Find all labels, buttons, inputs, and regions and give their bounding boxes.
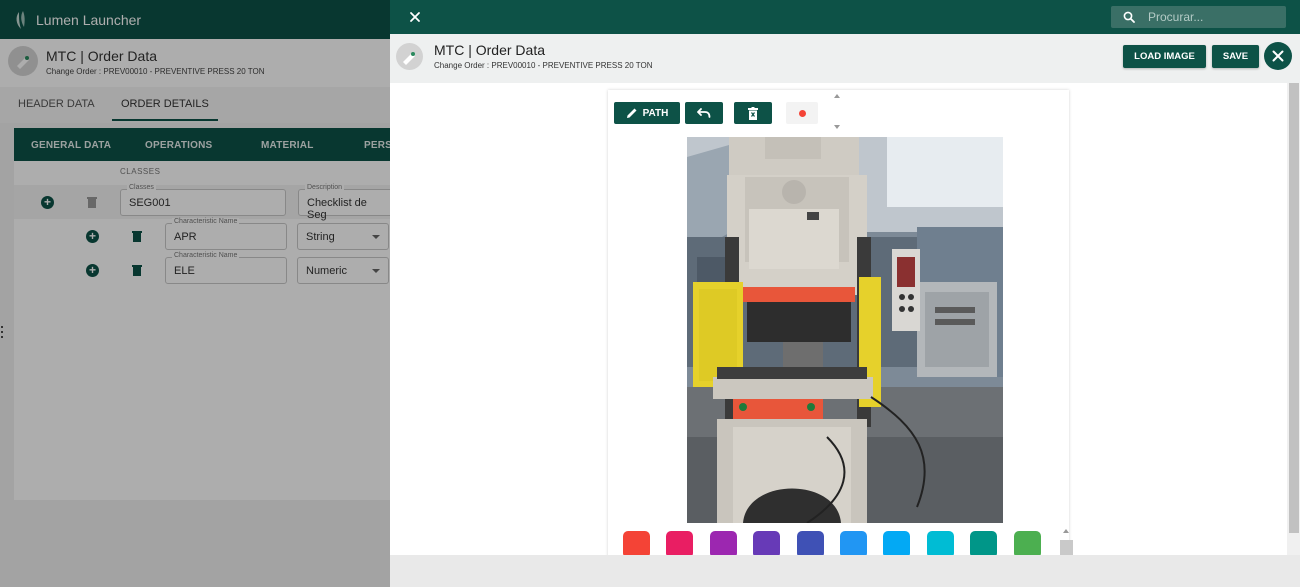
undo-icon [697,108,711,118]
trash-icon [748,106,758,120]
press-machine-image [687,137,1003,523]
dialog-topbar [390,0,1300,34]
search-box [1111,6,1286,28]
image-editor-dialog: MTC | Order Data Change Order : PREV0001… [390,0,1300,587]
color-swatch[interactable] [666,531,694,555]
toolbar-scroll-down-icon[interactable] [834,125,840,129]
close-dialog-button[interactable] [1264,42,1292,70]
color-swatch[interactable] [1013,531,1041,555]
app-avatar-icon [396,43,423,70]
toolbar-scroll-up-icon[interactable] [834,94,840,98]
machine-photo[interactable] [687,137,1003,523]
color-swatch[interactable] [883,531,911,555]
palette-scrollbar[interactable] [1059,524,1073,555]
color-palette [623,531,1063,555]
search-input[interactable] [1148,9,1278,25]
modal-backdrop[interactable] [0,0,390,587]
color-swatch[interactable] [796,531,824,555]
close-icon[interactable] [407,9,423,25]
brush-color-button[interactable] [786,102,818,124]
dialog-header: MTC | Order Data Change Order : PREV0001… [390,34,1300,83]
color-swatch[interactable] [970,531,998,555]
color-swatch[interactable] [709,531,737,555]
dialog-body: PATH [390,83,1287,555]
close-icon [1272,50,1284,62]
delete-drawing-button[interactable] [734,102,772,124]
search-icon [1123,11,1135,23]
color-swatch[interactable] [926,531,954,555]
color-swatch[interactable] [623,531,650,555]
save-button[interactable]: SAVE [1212,45,1259,68]
image-editor: PATH [608,90,1073,555]
path-tool-button[interactable]: PATH [614,102,680,124]
drag-handle-icon[interactable] [1,326,3,338]
pencil-icon [626,108,637,118]
scroll-up-icon[interactable] [1063,529,1069,533]
dialog-subtitle: Change Order : PREV00010 - PREVENTIVE PR… [434,61,653,70]
dialog-scrollbar[interactable] [1287,83,1300,555]
scrollbar-thumb[interactable] [1060,540,1073,555]
load-image-button[interactable]: LOAD IMAGE [1123,45,1206,68]
dialog-title: MTC | Order Data [434,42,545,58]
current-color-swatch [799,110,806,117]
scrollbar-thumb[interactable] [1289,83,1299,533]
undo-button[interactable] [685,102,723,124]
color-swatch[interactable] [840,531,867,555]
path-tool-label: PATH [642,107,669,119]
color-swatch[interactable] [753,531,781,555]
